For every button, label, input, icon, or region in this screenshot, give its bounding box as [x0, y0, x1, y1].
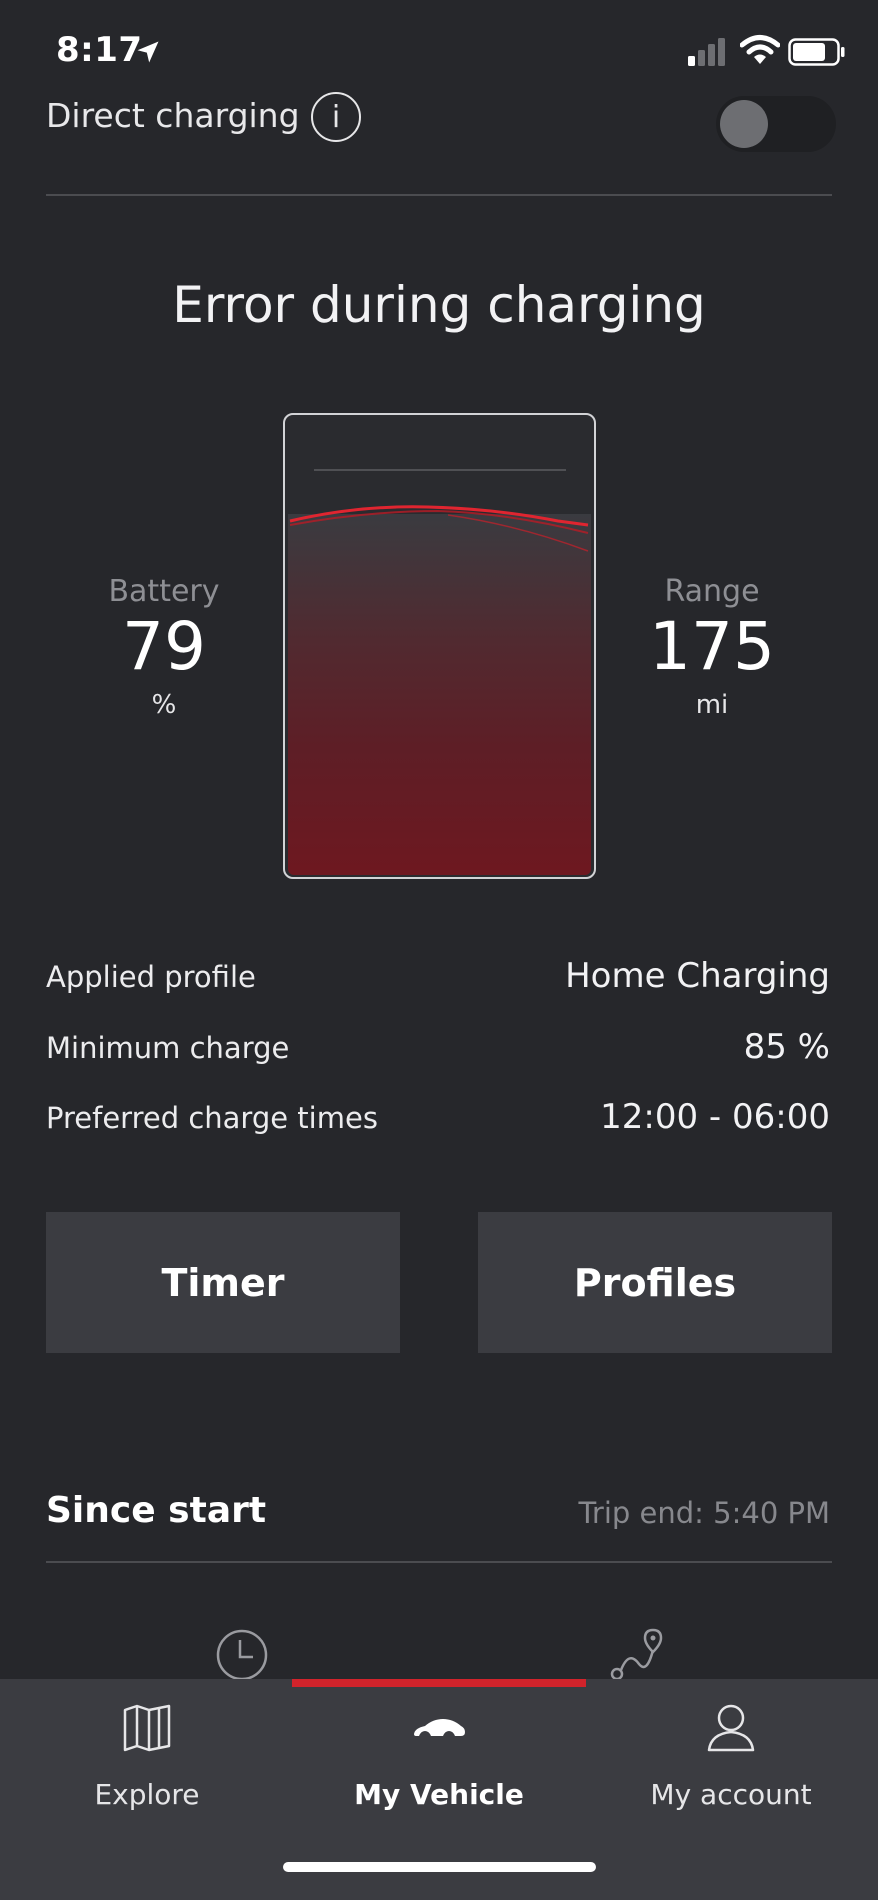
divider [46, 1561, 832, 1563]
preferred-times-value: 12:00 - 06:00 [600, 1097, 830, 1137]
minimum-charge-value: 85 % [743, 1027, 830, 1067]
battery-label: Battery [108, 574, 220, 609]
info-icon[interactable]: i [311, 92, 361, 142]
battery-unit: % [151, 690, 177, 720]
minimum-charge-label: Minimum charge [46, 1031, 290, 1065]
battery-gauge [283, 413, 596, 879]
applied-profile-value: Home Charging [565, 956, 830, 996]
person-icon [707, 1704, 755, 1752]
cellular-signal-icon [688, 38, 725, 66]
charge-level-wave [289, 505, 589, 552]
trip-end-text: Trip end: 5:40 PM [578, 1496, 830, 1530]
battery-status-icon [788, 38, 845, 66]
active-tab-indicator [292, 1679, 586, 1687]
divider [46, 194, 832, 196]
nav-item-explore[interactable]: Explore [0, 1700, 294, 1811]
charging-status-title: Error during charging [172, 276, 706, 334]
status-time: 8:17 [56, 30, 143, 70]
range-label: Range [664, 574, 760, 609]
wifi-icon [740, 35, 780, 64]
nav-label-explore: Explore [94, 1778, 200, 1811]
location-arrow-icon [137, 41, 159, 63]
direct-charging-toggle[interactable] [716, 96, 836, 152]
nav-label-my-vehicle: My Vehicle [354, 1778, 524, 1811]
preferred-times-label: Preferred charge times [46, 1101, 378, 1135]
map-icon [123, 1704, 171, 1752]
info-glyph: i [331, 99, 341, 135]
home-indicator[interactable] [283, 1862, 596, 1872]
battery-value: 79 [122, 608, 206, 685]
applied-profile-label: Applied profile [46, 960, 256, 994]
route-icon[interactable] [607, 1628, 665, 1682]
toggle-knob [720, 100, 768, 148]
timer-button[interactable]: Timer [46, 1212, 400, 1353]
nav-item-my-account[interactable]: My account [584, 1700, 878, 1811]
clock-icon[interactable] [215, 1628, 269, 1682]
car-icon [414, 1719, 465, 1736]
since-start-title: Since start [46, 1490, 267, 1531]
range-unit: mi [695, 690, 729, 720]
profiles-button[interactable]: Profiles [478, 1212, 832, 1353]
range-value: 175 [649, 608, 775, 685]
nav-item-my-vehicle[interactable]: My Vehicle [292, 1700, 586, 1811]
target-charge-line [314, 469, 566, 471]
direct-charging-label: Direct charging [46, 96, 300, 135]
nav-label-my-account: My account [650, 1778, 812, 1811]
